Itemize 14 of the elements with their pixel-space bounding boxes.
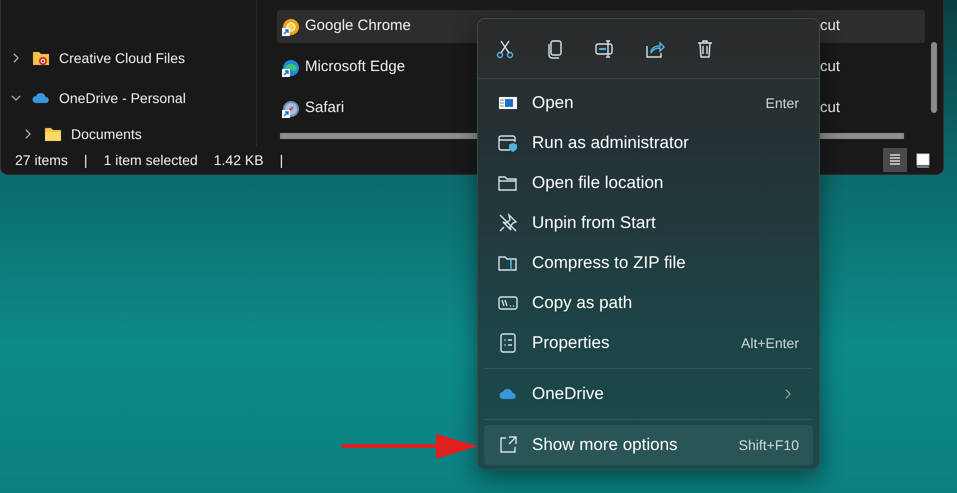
shortcut-text: Shift+F10 bbox=[738, 436, 799, 454]
file-name: Microsoft Edge bbox=[305, 58, 406, 76]
file-type: cut bbox=[820, 57, 840, 78]
status-text: 27 items bbox=[15, 150, 68, 170]
file-name: Google Chrome bbox=[305, 17, 411, 34]
file-type: cut bbox=[820, 16, 840, 36]
file-type: cut bbox=[820, 98, 840, 118]
status-text: | bbox=[280, 150, 284, 170]
status-text: 1.42 KB bbox=[214, 150, 264, 170]
status-text: 1 item selected bbox=[104, 150, 198, 170]
file-name: Safari bbox=[305, 99, 344, 116]
shortcut-text: Enter bbox=[766, 94, 799, 112]
shortcut-text: Alt+Enter bbox=[741, 334, 799, 352]
status-text: | bbox=[84, 150, 88, 170]
